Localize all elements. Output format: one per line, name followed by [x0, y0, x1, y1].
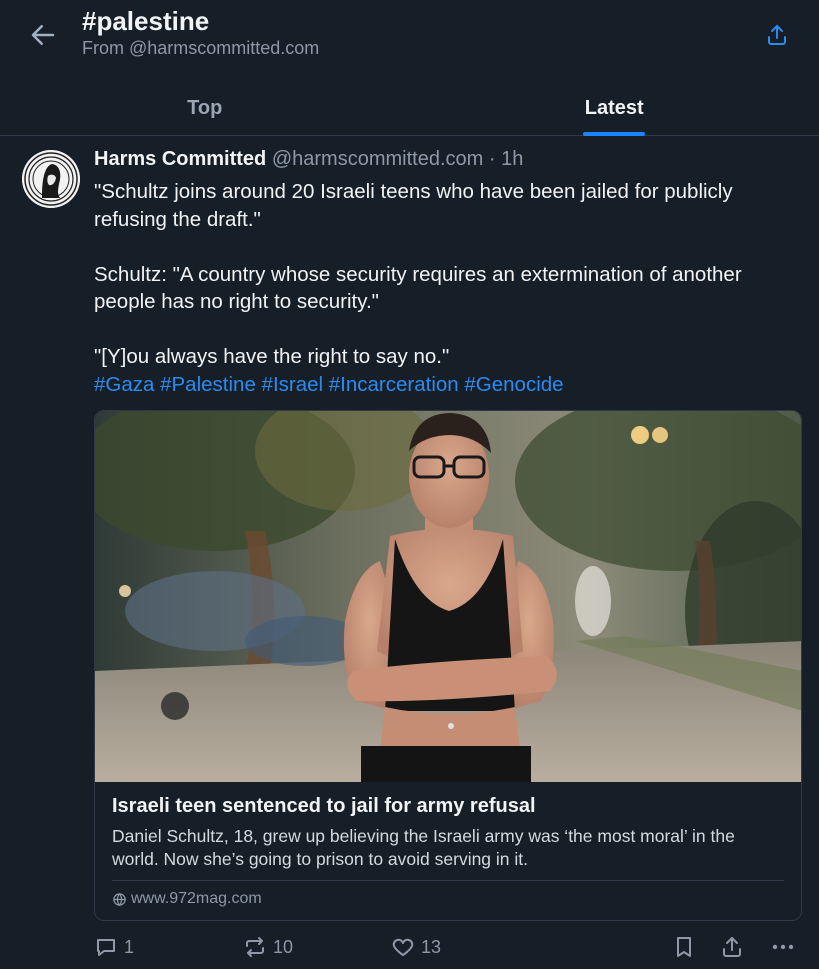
hashtag-link[interactable]: #Palestine	[160, 373, 256, 396]
paragraph-spacer	[94, 233, 806, 261]
hashtag-link[interactable]: #Israel	[262, 373, 324, 396]
tab-top[interactable]: Top	[0, 80, 410, 136]
author-handle[interactable]: @harmscommitted.com	[272, 148, 483, 170]
hashtag-link[interactable]: #Incarceration	[329, 373, 459, 396]
tab-bar: Top Latest	[0, 80, 819, 136]
post-header: Harms Committed @harmscommitted.com · 1h	[94, 148, 523, 171]
reply-count: 1	[124, 936, 135, 957]
post-paragraph: "[Y]ou always have the right to say no."	[94, 345, 450, 368]
paragraph-spacer	[94, 316, 806, 344]
heart-icon	[392, 938, 414, 956]
post-paragraph: "Schultz joins around 20 Israeli teens w…	[94, 180, 739, 231]
repost-count: 10	[273, 936, 294, 957]
author-name[interactable]: Harms Committed	[94, 148, 266, 170]
link-card-domain-text: www.972mag.com	[131, 890, 262, 907]
hashtag-link[interactable]: #Gaza	[94, 373, 154, 396]
post-time[interactable]: 1h	[501, 148, 523, 170]
arrow-left-icon	[31, 25, 55, 45]
share-icon	[723, 937, 741, 957]
reply-button[interactable]: 1	[94, 930, 134, 964]
link-card-title: Israeli teen sentenced to jail for army …	[112, 795, 536, 817]
link-card-description: Daniel Schultz, 18, grew up believing th…	[112, 826, 735, 869]
page-subtitle: From @harmscommitted.com	[82, 38, 320, 58]
share-post-button[interactable]	[720, 930, 744, 964]
more-options-button[interactable]	[770, 930, 796, 964]
globe-icon	[113, 892, 126, 906]
tab-latest-label: Latest	[584, 96, 644, 119]
repost-icon	[246, 937, 264, 957]
hashtag-link[interactable]: #Genocide	[464, 373, 563, 396]
post-action-bar: 1 10 13	[0, 930, 819, 966]
link-card[interactable]: Israeli teen sentenced to jail for army …	[94, 410, 802, 921]
post-paragraph: Schultz: "A country whose security requi…	[94, 262, 748, 314]
share-button[interactable]	[762, 20, 792, 50]
page-title: #palestine	[82, 6, 210, 36]
back-button[interactable]	[26, 18, 60, 52]
like-button[interactable]: 13	[391, 930, 441, 964]
tab-top-label: Top	[187, 96, 223, 119]
bookmark-button[interactable]	[672, 930, 696, 964]
link-card-image	[95, 411, 801, 782]
bookmark-icon	[677, 937, 691, 957]
avatar[interactable]	[22, 150, 80, 208]
active-tab-indicator	[583, 132, 646, 136]
link-card-domain: www.972mag.com	[112, 890, 262, 908]
link-card-divider	[112, 880, 784, 881]
reply-icon	[97, 939, 115, 956]
post-text: "Schultz joins around 20 Israeli teens w…	[94, 178, 806, 398]
repost-button[interactable]: 10	[243, 930, 293, 964]
tab-latest[interactable]: Latest	[410, 80, 819, 136]
hashtag-list: #Gaza #Palestine #Israel #Incarceration …	[94, 371, 806, 399]
like-count: 13	[421, 936, 442, 957]
header: #palestine From @harmscommitted.com Top …	[0, 0, 819, 136]
more-horizontal-icon	[772, 944, 794, 950]
separator-dot: ·	[488, 148, 496, 170]
share-icon	[768, 25, 786, 45]
